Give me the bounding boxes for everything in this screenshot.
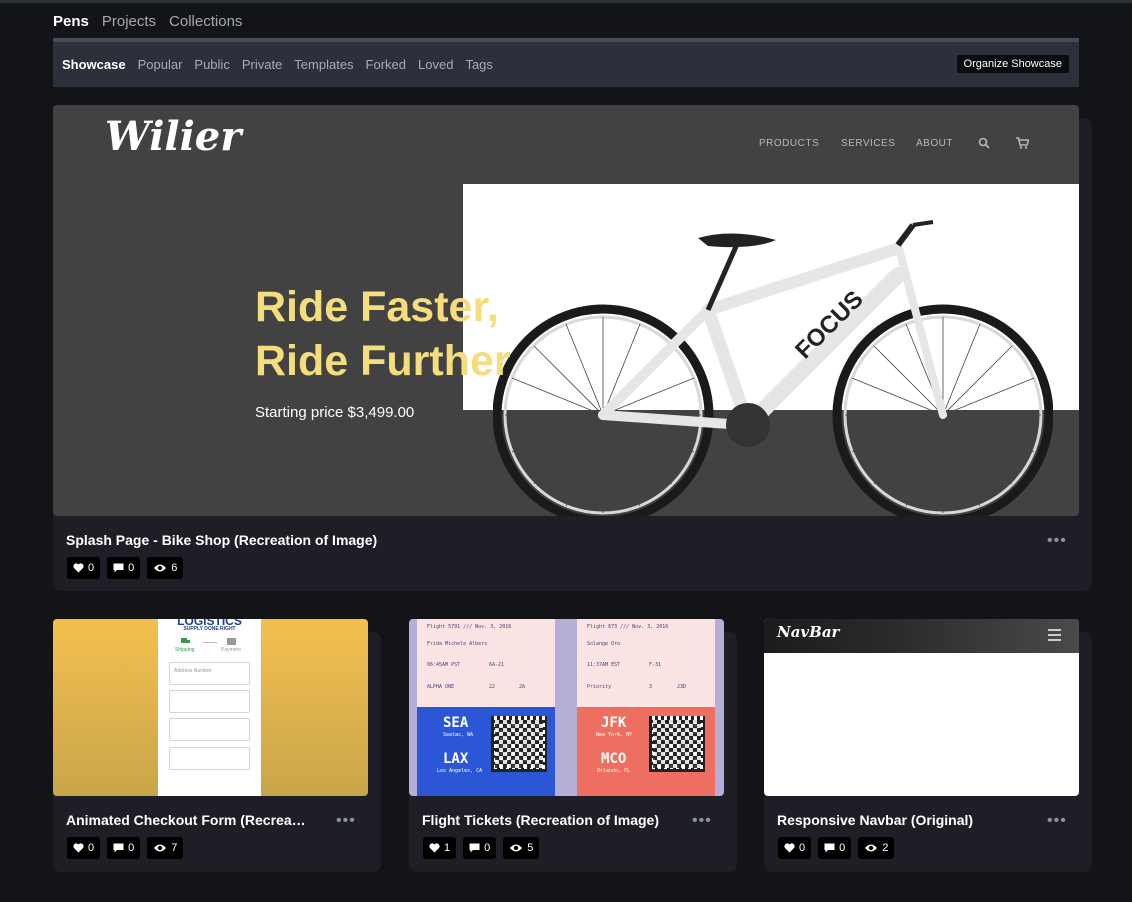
- featured-preview[interactable]: Wilier PRODUCTS SERVICES ABOUT FOCUS Rid…: [53, 105, 1079, 516]
- more-options-icon[interactable]: •••: [336, 812, 356, 830]
- likes-stat[interactable]: 0: [778, 837, 812, 859]
- preview-nav-products: PRODUCTS: [759, 138, 820, 149]
- comment-icon: [469, 843, 480, 853]
- eye-icon: [865, 844, 878, 852]
- comment-icon: [824, 843, 835, 853]
- hero-headline: Ride Faster, Ride Further: [255, 280, 555, 388]
- more-options-icon[interactable]: •••: [692, 812, 712, 830]
- comments-count: 0: [128, 562, 135, 574]
- views-count: 5: [527, 842, 534, 854]
- sub-nav-bar: Showcase Popular Public Private Template…: [53, 38, 1079, 87]
- subnav-templates[interactable]: Templates: [294, 57, 353, 72]
- subnav-forked[interactable]: Forked: [366, 57, 406, 72]
- step-payment-label: Payment: [221, 647, 241, 653]
- views-count: 2: [882, 842, 889, 854]
- form-field-2: [169, 690, 250, 713]
- checkout-stats: 0 0 7: [67, 837, 184, 859]
- form-field-3: [169, 718, 250, 741]
- primary-tabs: Pens Projects Collections: [53, 13, 242, 30]
- views-count: 7: [171, 842, 178, 854]
- likes-stat[interactable]: 1: [423, 837, 457, 859]
- more-options-icon[interactable]: •••: [1047, 812, 1067, 830]
- heart-icon: [429, 843, 440, 853]
- step-connector: [203, 642, 217, 643]
- likes-count: 0: [88, 842, 95, 854]
- eye-icon: [510, 844, 523, 852]
- views-count: 6: [171, 562, 178, 574]
- likes-stat[interactable]: 0: [67, 557, 101, 579]
- heart-icon: [73, 563, 84, 573]
- hero-price: Starting price $3,499.00: [255, 404, 415, 421]
- flight-preview[interactable]: Flight 5791 /// Nov. 3, 2016 Frida Miche…: [409, 619, 724, 796]
- tab-pens[interactable]: Pens: [53, 13, 89, 30]
- to-code: LAX: [443, 751, 469, 767]
- subnav-loved[interactable]: Loved: [418, 57, 453, 72]
- qr-code: [649, 716, 705, 772]
- views-stat[interactable]: 5: [503, 837, 540, 859]
- from-code: JFK: [601, 715, 627, 731]
- address-field: Address Number: [169, 662, 250, 685]
- likes-count: 1: [444, 842, 451, 854]
- cart-icon: [1016, 137, 1029, 149]
- comments-stat[interactable]: 0: [107, 557, 141, 579]
- step-shipping-label: Shipping: [175, 647, 195, 653]
- subnav-private[interactable]: Private: [242, 57, 282, 72]
- featured-card-title[interactable]: Splash Page - Bike Shop (Recreation of I…: [66, 532, 377, 548]
- window-top-border: [0, 0, 1132, 3]
- more-options-icon[interactable]: •••: [1047, 532, 1067, 550]
- comments-stat[interactable]: 0: [818, 837, 852, 859]
- hamburger-menu-icon: [1048, 629, 1061, 641]
- hero-headline-line1: Ride Faster,: [255, 283, 499, 331]
- subnav-public[interactable]: Public: [194, 57, 229, 72]
- preview-nav-services: SERVICES: [841, 138, 896, 149]
- comment-icon: [113, 563, 124, 573]
- bicycle-image: FOCUS: [493, 220, 1053, 516]
- subnav-popular[interactable]: Popular: [138, 57, 183, 72]
- navbar-logo: NavBar: [777, 623, 840, 641]
- logistics-logo: LOGISTICS SUPPLY DONE RIGHT: [177, 619, 242, 632]
- search-icon: [978, 137, 990, 149]
- navbar-preview[interactable]: NavBar: [764, 619, 1079, 796]
- views-stat[interactable]: 6: [147, 557, 184, 579]
- form-field-4: [169, 747, 250, 770]
- comments-count: 0: [128, 842, 135, 854]
- navbar-stats: 0 0 2: [778, 837, 895, 859]
- comments-stat[interactable]: 0: [107, 837, 141, 859]
- subnav-tags[interactable]: Tags: [465, 57, 492, 72]
- navbar-card-title[interactable]: Responsive Navbar (Original): [777, 812, 973, 828]
- organize-showcase-button[interactable]: Organize Showcase: [956, 55, 1069, 73]
- from-code: SEA: [443, 715, 469, 731]
- likes-count: 0: [799, 842, 806, 854]
- wilier-logo: Wilier: [105, 113, 242, 160]
- checkout-card-title[interactable]: Animated Checkout Form (Recrea…: [66, 812, 306, 828]
- comments-stat[interactable]: 0: [463, 837, 497, 859]
- to-code: MCO: [601, 751, 627, 767]
- subnav-showcase[interactable]: Showcase: [62, 57, 126, 72]
- eye-icon: [154, 844, 167, 852]
- card-icon: [227, 638, 236, 645]
- heart-icon: [73, 843, 84, 853]
- truck-icon: [181, 638, 190, 643]
- qr-code: [491, 716, 547, 772]
- featured-stats: 0 0 6: [67, 557, 184, 579]
- views-stat[interactable]: 7: [147, 837, 184, 859]
- likes-count: 0: [88, 562, 95, 574]
- likes-stat[interactable]: 0: [67, 837, 101, 859]
- checkout-preview[interactable]: LOGISTICS SUPPLY DONE RIGHT Shipping Pay…: [53, 619, 368, 796]
- heart-icon: [784, 843, 795, 853]
- flight-stats: 1 0 5: [423, 837, 540, 859]
- hero-headline-line2: Ride Further: [255, 337, 511, 385]
- preview-nav-about: ABOUT: [916, 138, 953, 149]
- tab-projects[interactable]: Projects: [102, 13, 156, 30]
- eye-icon: [154, 564, 167, 572]
- comments-count: 0: [484, 842, 491, 854]
- views-stat[interactable]: 2: [858, 837, 895, 859]
- comment-icon: [113, 843, 124, 853]
- tab-collections[interactable]: Collections: [169, 13, 242, 30]
- comments-count: 0: [839, 842, 846, 854]
- flight-card-title[interactable]: Flight Tickets (Recreation of Image): [422, 812, 659, 828]
